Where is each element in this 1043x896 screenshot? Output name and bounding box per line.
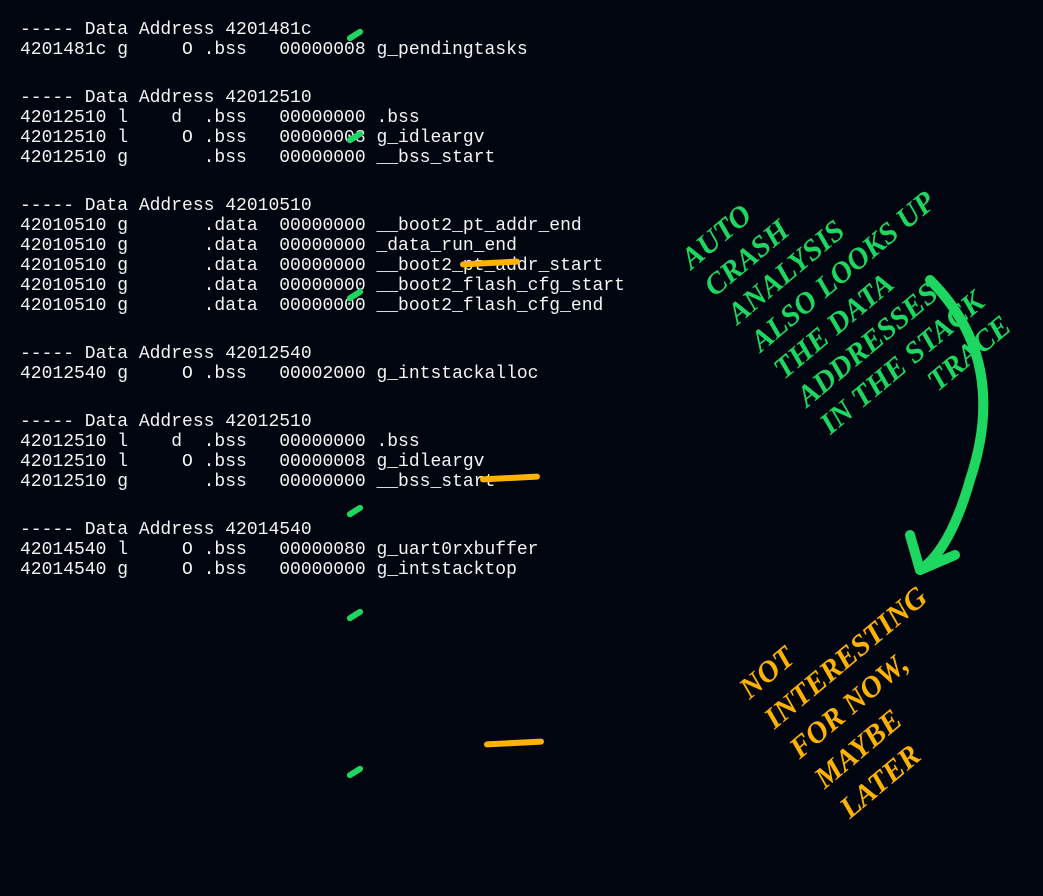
section-header: ----- Data Address 4201481c <box>20 20 1023 40</box>
anno-line: INTERESTING <box>756 578 936 738</box>
crash-dump-output: ----- Data Address 4201481c4201481c g O … <box>20 20 1023 580</box>
symbol-row: 42010510 g .data 00000000 _data_run_end <box>20 236 1023 256</box>
symbol-row: 42010510 g .data 00000000 __boot2_pt_add… <box>20 216 1023 236</box>
checkmark-icon <box>342 608 368 634</box>
section-header: ----- Data Address 42010510 <box>20 196 1023 216</box>
section-header: ----- Data Address 42012510 <box>20 412 1023 432</box>
annotation-yellow: NOT INTERESTING FOR NOW, MAYBE LATER <box>731 548 1011 827</box>
address-section: ----- Data Address 4201481c4201481c g O … <box>20 20 1023 60</box>
symbol-row: 42012540 g O .bss 00002000 g_intstackall… <box>20 364 1023 384</box>
anno-line: FOR NOW, <box>781 608 961 768</box>
anno-line: LATER <box>831 667 1011 827</box>
anno-line: MAYBE <box>806 638 986 798</box>
symbol-row: 42012510 g .bss 00000000 __bss_start <box>20 148 1023 168</box>
section-header: ----- Data Address 42012510 <box>20 88 1023 108</box>
symbol-row: 42014540 g O .bss 00000000 g_intstacktop <box>20 560 1023 580</box>
symbol-row: 42012510 l d .bss 00000000 .bss <box>20 108 1023 128</box>
address-section: ----- Data Address 4201251042012510 l d … <box>20 412 1023 492</box>
symbol-row: 42012510 l O .bss 00000008 g_idleargv <box>20 452 1023 472</box>
checkmark-icon <box>342 765 368 791</box>
section-header: ----- Data Address 42014540 <box>20 520 1023 540</box>
address-section: ----- Data Address 4201051042010510 g .d… <box>20 196 1023 316</box>
symbol-row: 42014540 l O .bss 00000080 g_uart0rxbuff… <box>20 540 1023 560</box>
symbol-row: 42010510 g .data 00000000 __boot2_pt_add… <box>20 256 1023 276</box>
symbol-row: 42010510 g .data 00000000 __boot2_flash_… <box>20 296 1023 316</box>
section-header: ----- Data Address 42012540 <box>20 344 1023 364</box>
address-section: ----- Data Address 4201251042012510 l d … <box>20 88 1023 168</box>
address-section: ----- Data Address 4201254042012540 g O … <box>20 344 1023 384</box>
symbol-row: 42012510 g .bss 00000000 __bss_start <box>20 472 1023 492</box>
symbol-row: 42012510 l d .bss 00000000 .bss <box>20 432 1023 452</box>
symbol-row: 42010510 g .data 00000000 __boot2_flash_… <box>20 276 1023 296</box>
address-section: ----- Data Address 4201454042014540 l O … <box>20 520 1023 580</box>
symbol-row: 4201481c g O .bss 00000008 g_pendingtask… <box>20 40 1023 60</box>
underline-mark <box>484 738 544 747</box>
symbol-row: 42012510 l O .bss 00000008 g_idleargv <box>20 128 1023 148</box>
